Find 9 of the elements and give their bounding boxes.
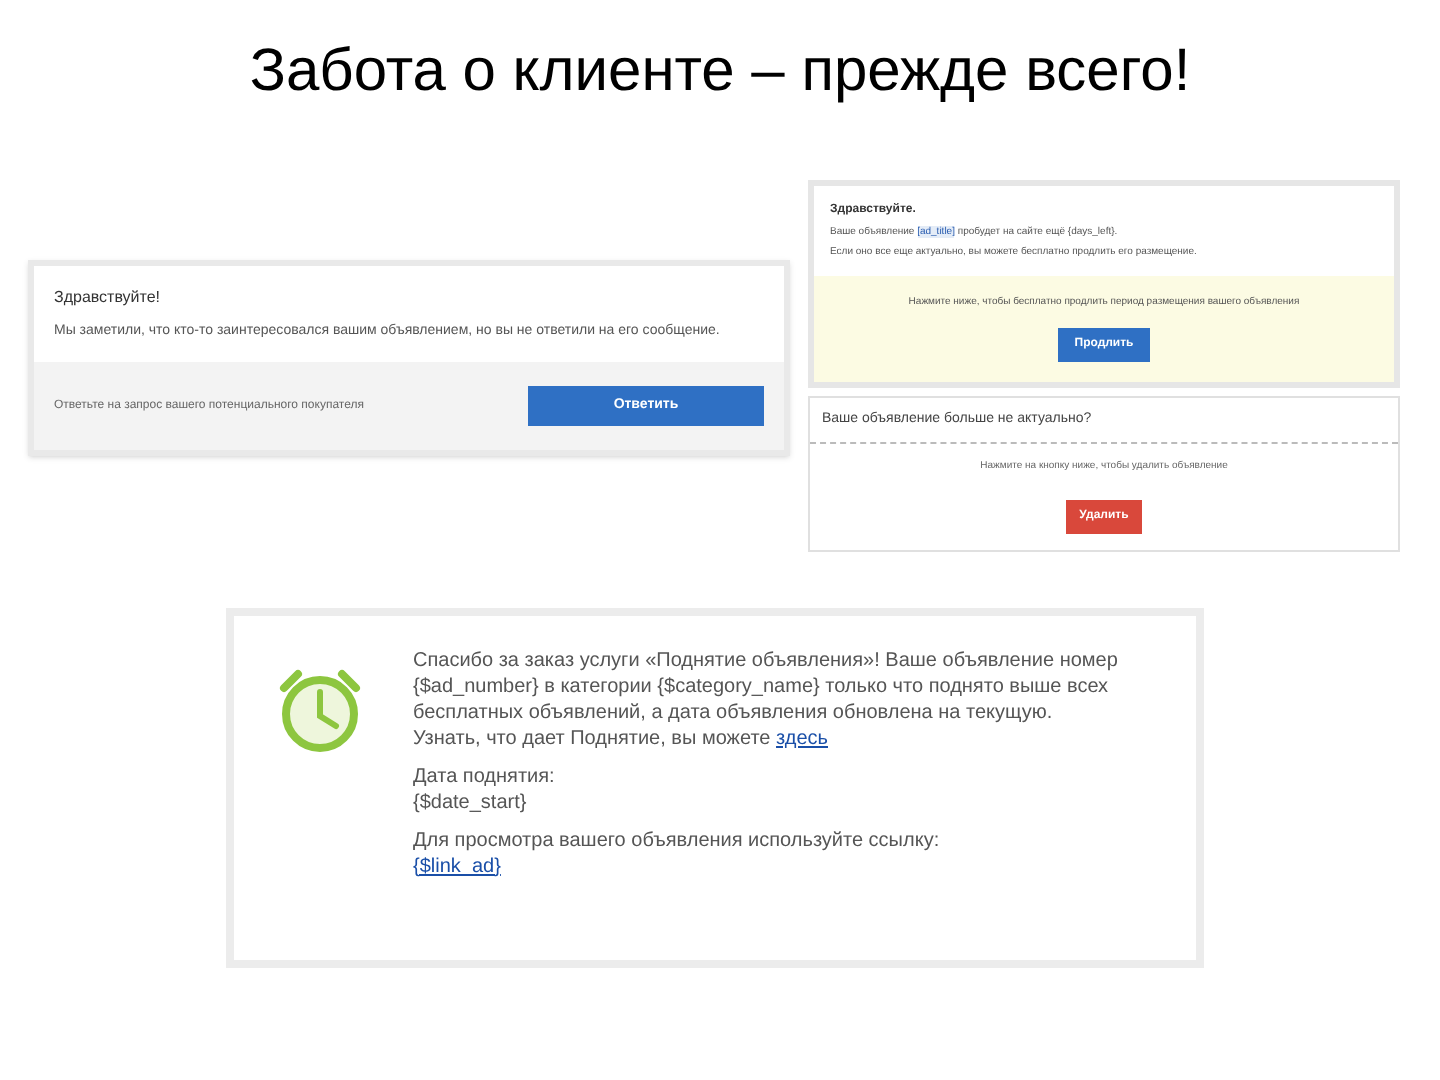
slide-title: Забота о клиенте – прежде всего! [249,36,1191,108]
date-value: {$date_start} [413,789,529,815]
here-link[interactable]: здесь [776,727,828,749]
date-label: Дата поднятия: [413,763,557,789]
link-label: Для просмотра вашего объявления используйте ссылку: [413,827,942,853]
greeting: Здравствуйте! [54,286,163,310]
more-text: Узнать, что дает Поднятие, вы можете здесь [413,725,830,751]
thanks-text: Спасибо за заказ услуги «Поднятие объявления»! Ваше объявление номер {$ad_number} в категории {$category_name} только что поднято выше всех бесплатных объявлений, а дата объявления обновлена на текущую. [413,647,1120,725]
ad-link[interactable]: {$link_ad} [413,853,501,879]
